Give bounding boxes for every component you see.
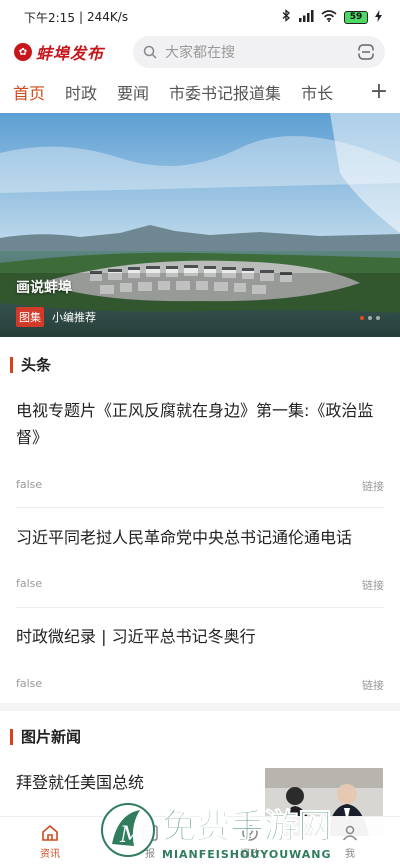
- tab-home[interactable]: 首页: [13, 80, 45, 104]
- carousel-dot[interactable]: [360, 316, 364, 320]
- divider: [16, 507, 384, 508]
- news-meta-link[interactable]: 链接: [362, 577, 384, 593]
- banner-image: [0, 113, 400, 337]
- news-title: 电视专题片《正风反腐就在身边》第一集:《政治监督》: [16, 401, 374, 447]
- wifi-icon: [321, 9, 337, 25]
- carousel-dots: [360, 316, 380, 320]
- banner-title: 画说蚌埠: [16, 280, 72, 296]
- network-speed: 244K/s: [87, 10, 129, 24]
- section-accent-bar: [10, 356, 13, 373]
- news-meta-left: false: [16, 478, 43, 491]
- nav-news-label: 资讯: [40, 849, 60, 860]
- battery-indicator: 59: [344, 10, 368, 24]
- status-right: 59: [282, 9, 382, 25]
- news-meta-left: false: [16, 577, 43, 590]
- news-item-1[interactable]: 电视专题片《正风反腐就在身边》第一集:《政治监督》: [16, 397, 384, 451]
- news-meta-link[interactable]: 链接: [362, 677, 384, 693]
- logo-emblem-icon: ✿: [14, 43, 32, 61]
- news-meta-2: false 链接: [16, 577, 384, 593]
- status-time: 下午2:15: [24, 10, 75, 25]
- status-separator: |: [78, 10, 83, 24]
- photo-news-section-header: 图片新闻: [10, 726, 81, 747]
- tab-secretary-reports[interactable]: 市委书记报道集: [169, 80, 281, 104]
- home-icon: [42, 824, 58, 841]
- news-item-2[interactable]: 习近平同老挝人民革命党中央总书记通伦通电话: [16, 524, 384, 551]
- menu-scan-icon[interactable]: [357, 43, 375, 61]
- nav-inquiry-label: 问政: [240, 849, 260, 860]
- nav-inquiry[interactable]: 问政: [220, 823, 280, 860]
- news-meta-3: false 链接: [16, 677, 384, 693]
- nav-me-label: 我: [345, 849, 355, 860]
- charging-icon: [375, 9, 382, 25]
- nav-me[interactable]: 我: [320, 823, 380, 860]
- section-title-headlines: 头条: [21, 356, 52, 374]
- user-icon: [342, 825, 358, 841]
- divider: [16, 607, 384, 608]
- news-meta-link[interactable]: 链接: [362, 478, 384, 494]
- news-title: 时政微纪录 | 习近平总书记冬奥行: [16, 627, 256, 646]
- status-left: 下午2:15 | 244K/s: [24, 9, 128, 26]
- channel-tabs: 首页 时政 要闻 市委书记报道集 市长 +: [0, 76, 400, 108]
- tab-mayor[interactable]: 市长: [301, 80, 333, 104]
- search-placeholder: 大家都在搜: [165, 45, 235, 61]
- news-meta-1: false 链接: [16, 478, 384, 494]
- nav-paper-label: 报: [145, 849, 155, 860]
- newspaper-icon: [142, 825, 158, 841]
- photo-news-item-1[interactable]: 拜登就任美国总统: [16, 769, 256, 796]
- section-title-photo-news: 图片新闻: [21, 728, 82, 746]
- bottom-navigation: 资讯 报 问政 我: [0, 816, 400, 866]
- search-icon: [143, 45, 157, 59]
- carousel-dot[interactable]: [376, 316, 380, 320]
- news-item-3[interactable]: 时政微纪录 | 习近平总书记冬奥行: [16, 623, 384, 650]
- news-title: 拜登就任美国总统: [16, 773, 145, 792]
- headlines-section-header: 头条: [10, 354, 51, 375]
- search-bar[interactable]: 大家都在搜: [133, 36, 385, 68]
- nav-news[interactable]: 资讯: [20, 823, 80, 860]
- news-meta-left: false: [16, 677, 43, 690]
- carousel-dot[interactable]: [368, 316, 372, 320]
- section-accent-bar: [10, 728, 13, 745]
- app-header: ✿ 蚌埠发布 大家都在搜: [0, 34, 400, 70]
- logo-text: 蚌埠发布: [36, 44, 105, 63]
- question-icon: [242, 825, 258, 841]
- banner-subtitle: 小编推荐: [52, 311, 96, 324]
- tab-news[interactable]: 要闻: [117, 80, 149, 104]
- tab-politics[interactable]: 时政: [65, 80, 97, 104]
- add-channel-icon[interactable]: +: [366, 78, 392, 104]
- banner-tag: 图集: [16, 307, 44, 327]
- banner-meta: 图集 小编推荐: [16, 307, 96, 327]
- banner-carousel[interactable]: 画说蚌埠 图集 小编推荐: [0, 113, 400, 337]
- status-bar: 下午2:15 | 244K/s 59: [0, 0, 400, 34]
- news-title: 习近平同老挝人民革命党中央总书记通伦通电话: [16, 528, 353, 547]
- nav-paper[interactable]: 报: [120, 823, 180, 860]
- cellular-signal-icon: [298, 9, 314, 25]
- app-logo: ✿ 蚌埠发布: [14, 40, 134, 64]
- bluetooth-icon: [282, 9, 291, 25]
- section-divider: [0, 703, 400, 711]
